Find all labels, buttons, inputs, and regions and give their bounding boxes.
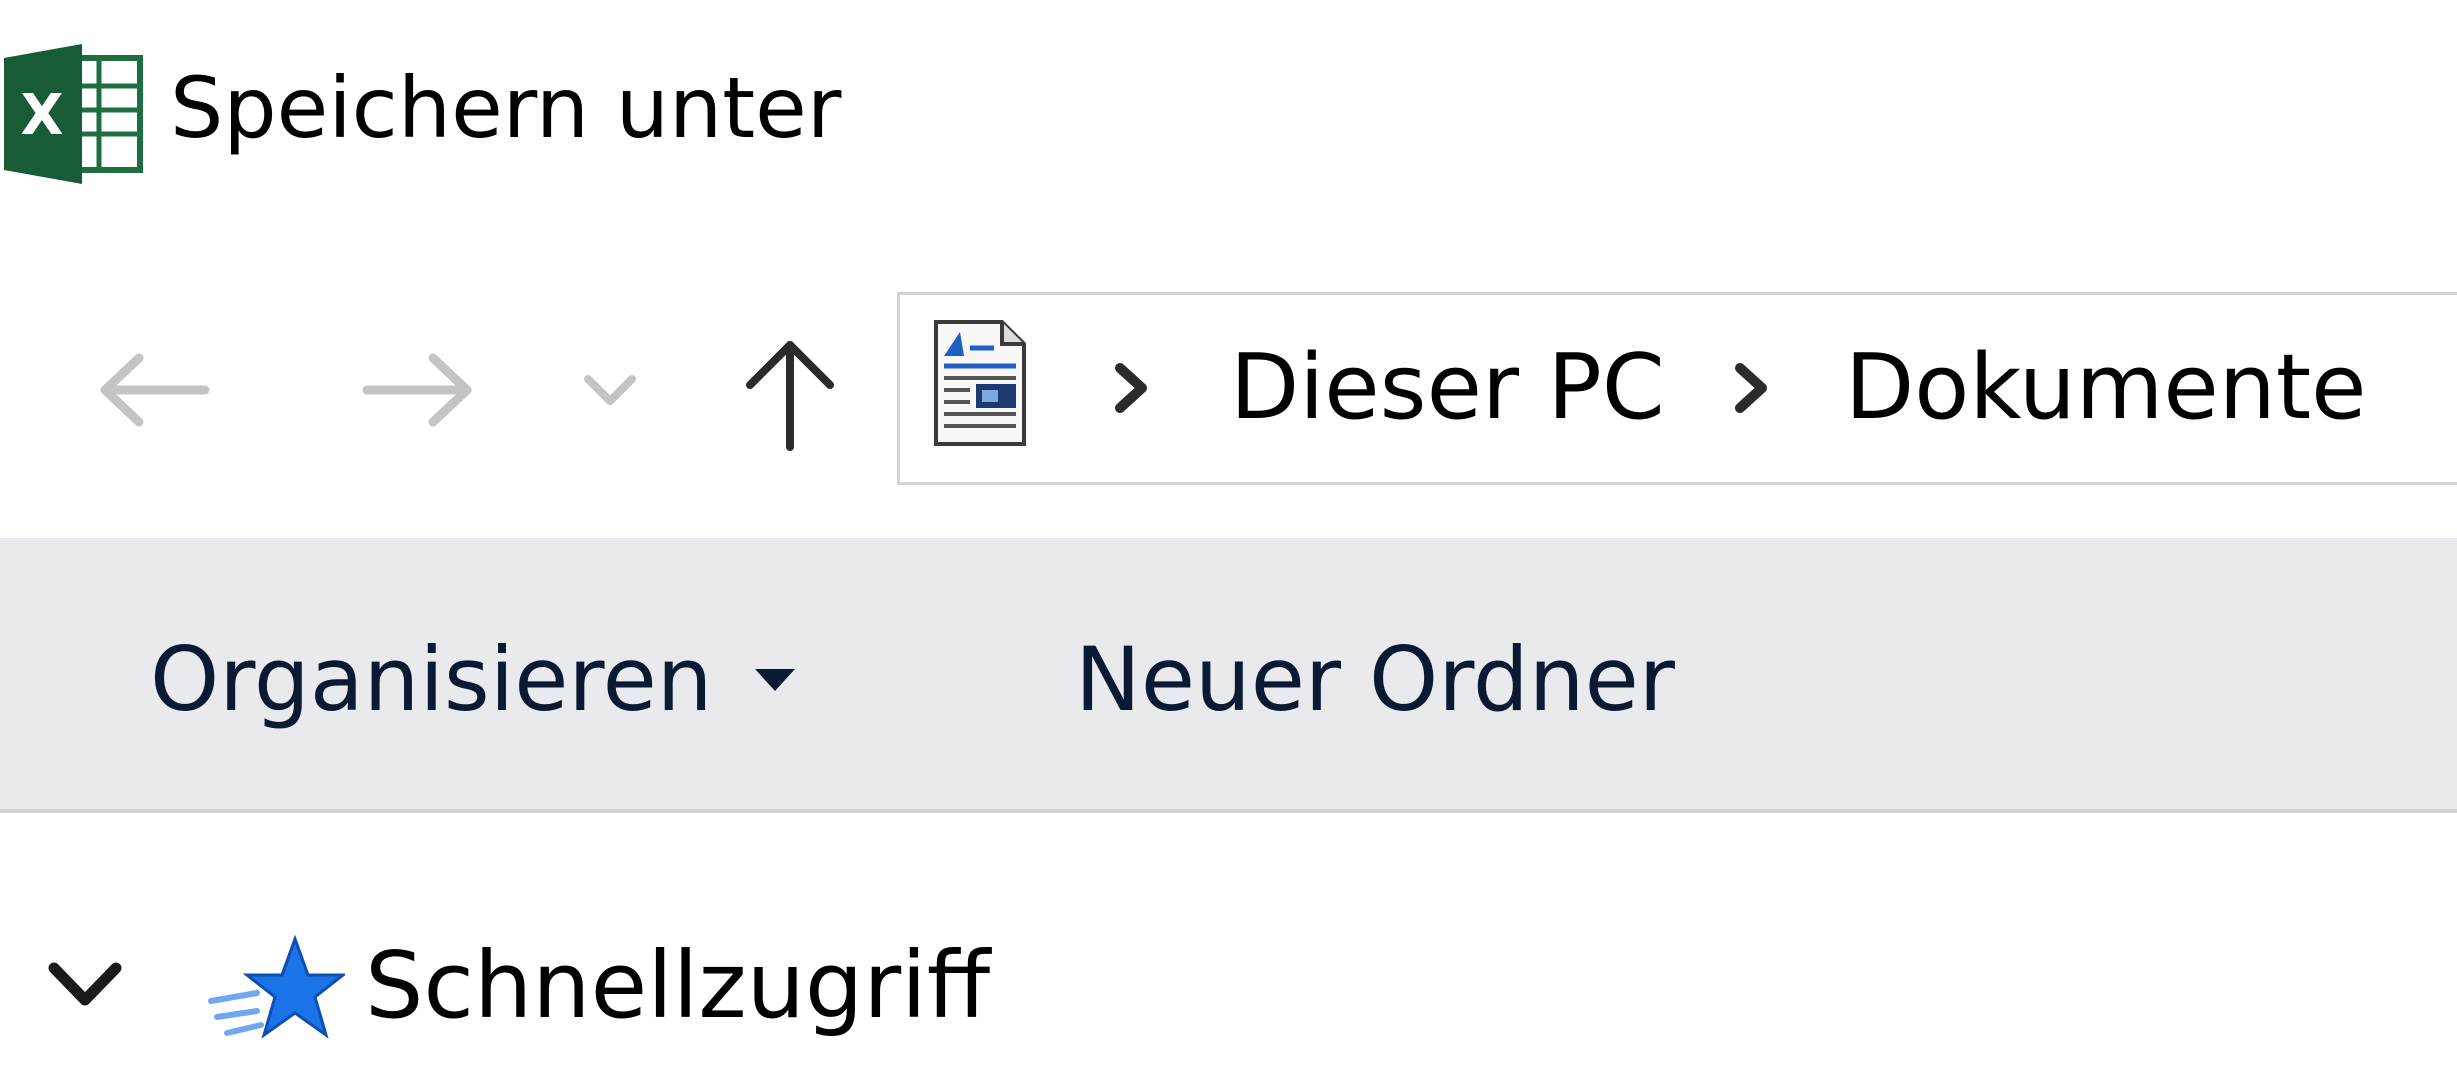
breadcrumb-this-pc[interactable]: Dieser PC (1230, 336, 1665, 440)
forward-button[interactable] (352, 330, 482, 450)
chevron-down-icon (584, 375, 636, 405)
star-icon (208, 935, 345, 1039)
documents-folder-icon (934, 320, 1026, 446)
caret-down-icon (754, 669, 795, 691)
back-arrow-icon (100, 353, 210, 427)
new-folder-button[interactable]: Neuer Ordner (1075, 620, 1675, 740)
breadcrumb-separator-icon[interactable] (1100, 348, 1160, 428)
excel-icon: X (4, 44, 143, 184)
forward-arrow-icon (362, 353, 472, 427)
app-icon-letter: X (20, 83, 63, 148)
new-folder-label: Neuer Ordner (1075, 628, 1675, 731)
up-button[interactable] (730, 320, 850, 470)
breadcrumb-documents[interactable]: Dokumente (1845, 336, 2367, 440)
window-title: Speichern unter (170, 59, 842, 157)
organize-label: Organisieren (150, 628, 713, 731)
organize-button[interactable]: Organisieren (150, 620, 797, 740)
back-button[interactable] (90, 330, 220, 450)
chevron-down-icon[interactable] (40, 950, 130, 1020)
recent-locations-button[interactable] (570, 350, 650, 430)
up-arrow-icon (746, 341, 834, 451)
quick-access-label: Schnellzugriff (365, 932, 991, 1039)
breadcrumb-separator-icon[interactable] (1720, 348, 1780, 428)
